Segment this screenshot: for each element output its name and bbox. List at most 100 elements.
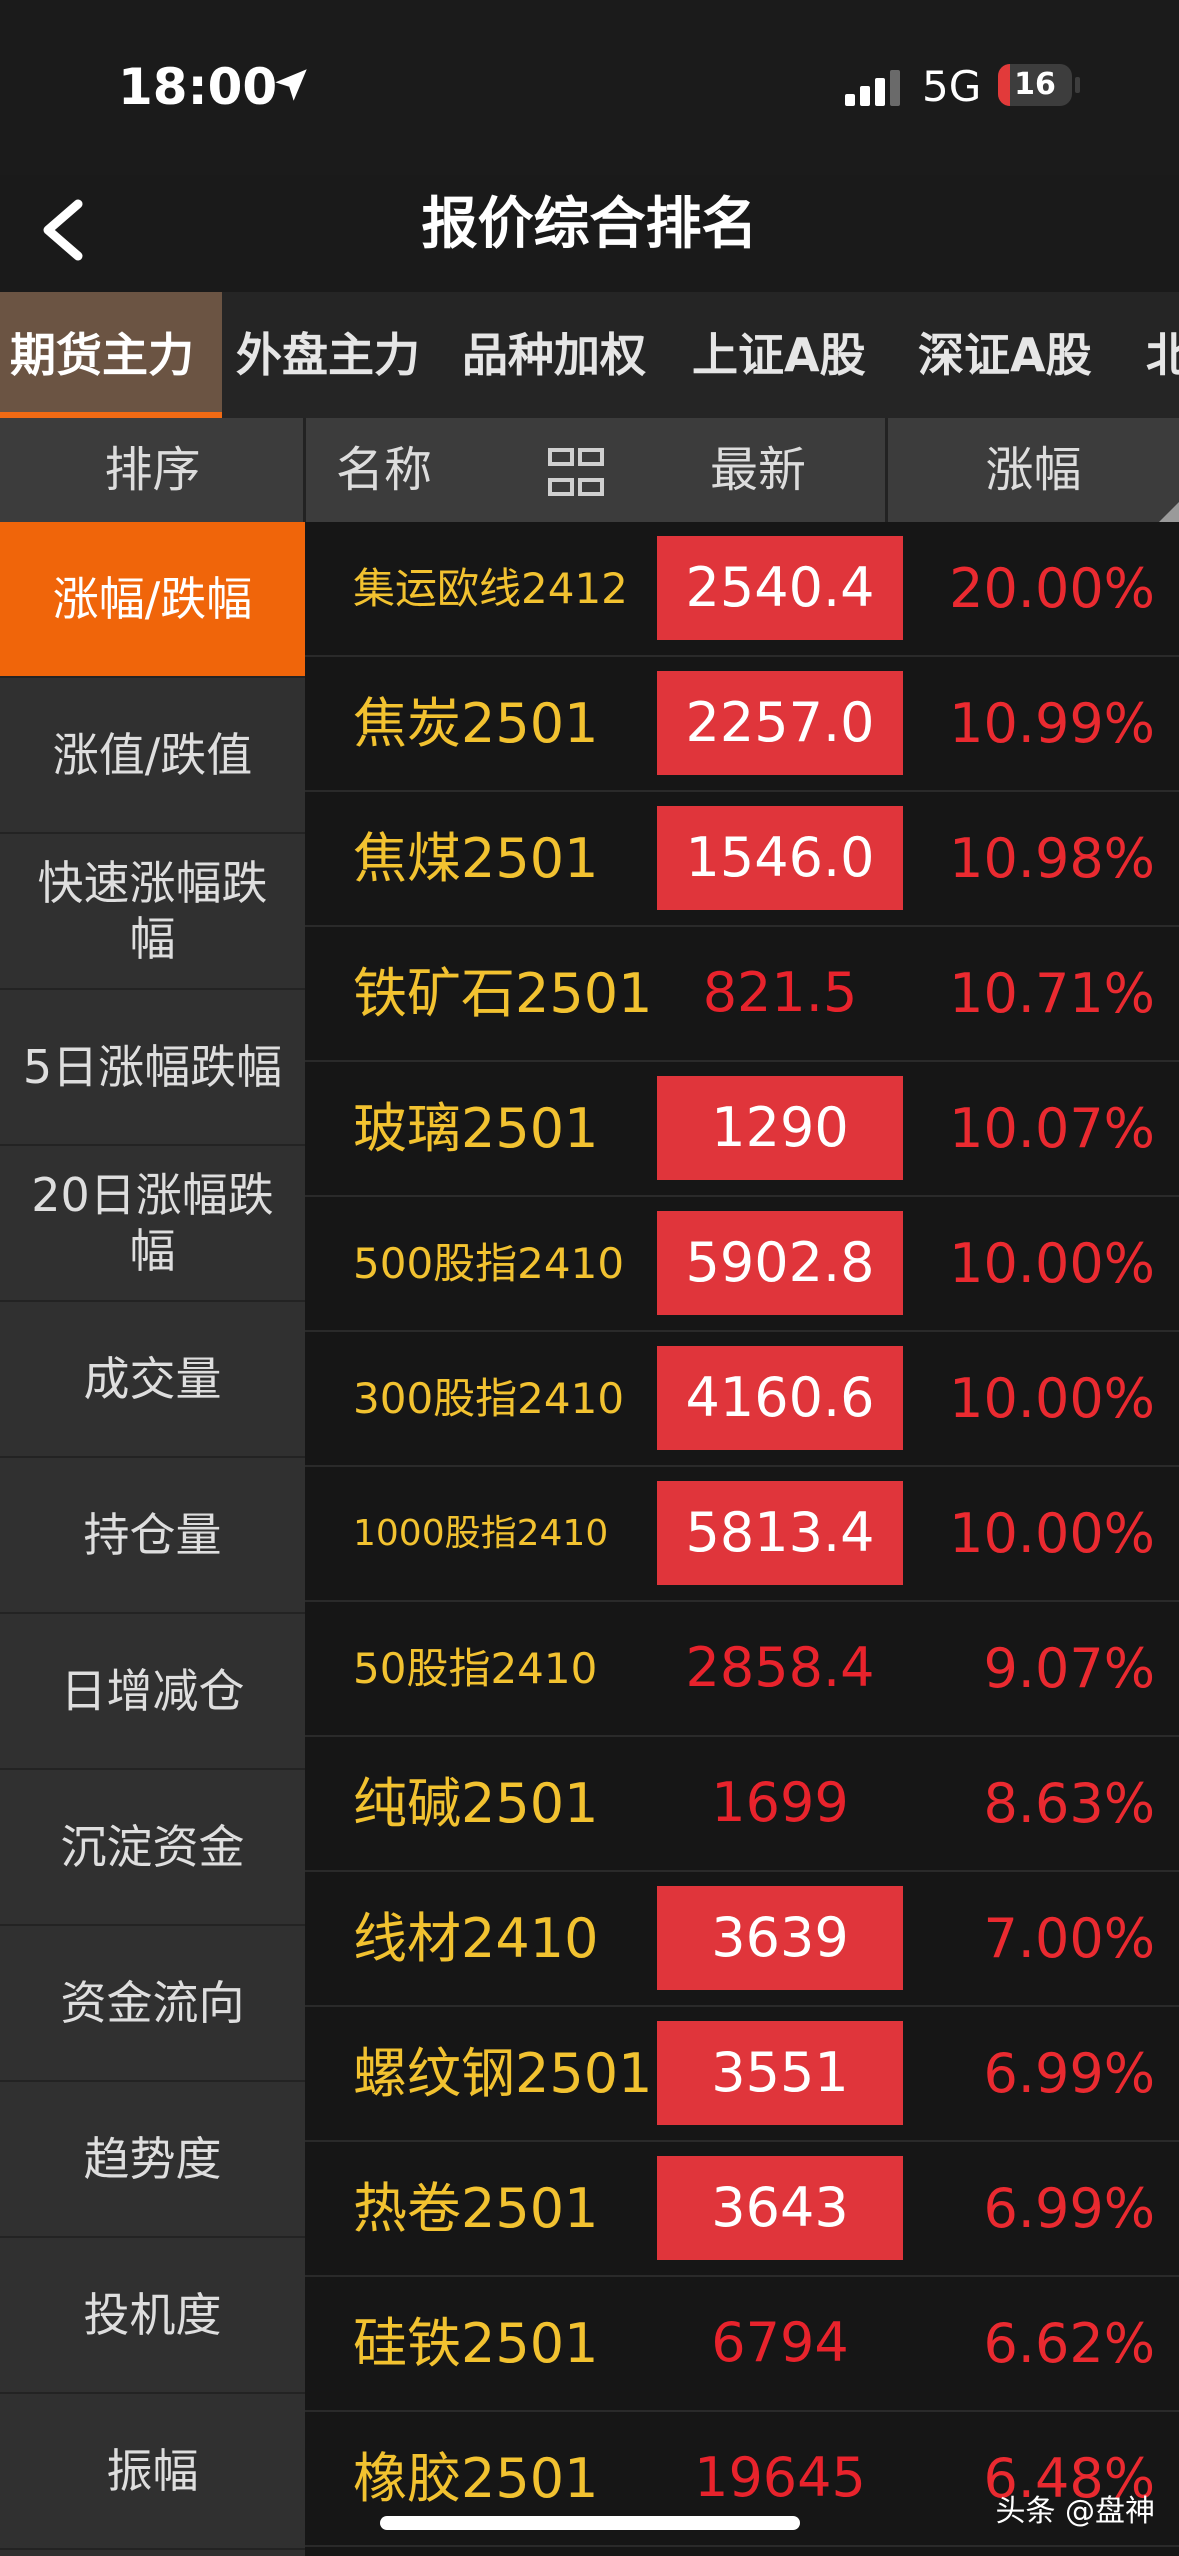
table-row[interactable]: 300股指2410 4160.6 10.00% bbox=[305, 1332, 1179, 1467]
latest-price: 2858.4 bbox=[685, 1636, 875, 1699]
latest-price: 19645 bbox=[694, 2446, 866, 2509]
sort-menu-label: 涨值/跌值 bbox=[52, 728, 253, 782]
table-row[interactable]: 螺纹钢2501 3551 6.99% bbox=[305, 2007, 1179, 2142]
sort-menu-label: 5日涨幅跌幅 bbox=[22, 1040, 283, 1094]
network-label: 5G bbox=[922, 62, 982, 111]
instrument-name: 50股指2410 bbox=[353, 1644, 598, 1693]
table-row[interactable]: 硅铁2501 6794 6.62% bbox=[305, 2277, 1179, 2412]
sort-menu-item[interactable]: 趋势度 bbox=[0, 2082, 305, 2238]
tab-shanghai-a[interactable]: 上证A股 bbox=[692, 292, 866, 418]
instrument-name: 1000股指2410 bbox=[353, 1513, 609, 1554]
instrument-name: 螺纹钢2501 bbox=[353, 2042, 653, 2105]
sort-menu-item[interactable]: 振幅 bbox=[0, 2394, 305, 2550]
change-percent: 10.00% bbox=[949, 1232, 1155, 1295]
change-percent: 6.62% bbox=[983, 2312, 1155, 2375]
home-indicator[interactable] bbox=[380, 2516, 800, 2530]
sort-indicator-icon bbox=[1159, 502, 1179, 522]
latest-price: 4160.6 bbox=[657, 1346, 903, 1450]
table-row[interactable]: 50股指2410 2858.4 9.07% bbox=[305, 1602, 1179, 1737]
table-row[interactable]: 1000股指2410 5813.4 10.00% bbox=[305, 1467, 1179, 1602]
app-screen: 18:00 5G 16 报价综合排名 期货主力 外盘主力 品种加权 上证A股 深… bbox=[0, 0, 1179, 2556]
sort-menu-label: 日增减仓 bbox=[60, 1664, 245, 1718]
sort-menu-item[interactable]: 资金流向 bbox=[0, 1926, 305, 2082]
sort-menu: 涨幅/跌幅涨值/跌值快速涨幅跌幅 5日涨幅跌幅 20日涨幅跌幅成交量持仓量日增减仓沉… bbox=[0, 522, 305, 2556]
latest-price: 821.5 bbox=[702, 961, 858, 1024]
header-name[interactable]: 名称 bbox=[336, 418, 432, 522]
table-row[interactable]: 焦煤2501 1546.0 10.98% bbox=[305, 792, 1179, 927]
sort-menu-label: 20日涨幅跌幅 bbox=[31, 1168, 274, 1278]
header-sort: 排序 bbox=[104, 442, 201, 498]
sort-menu-item[interactable]: 涨值/跌值 bbox=[0, 678, 305, 834]
sort-menu-item[interactable]: 5日涨幅跌幅 bbox=[0, 990, 305, 1146]
watermark: 头条 @盘神 bbox=[995, 2494, 1155, 2529]
header-latest[interactable]: 最新 bbox=[710, 418, 806, 522]
sort-menu-label: 成交量 bbox=[83, 1352, 222, 1406]
latest-price: 2540.4 bbox=[657, 536, 903, 640]
latest-price: 3643 bbox=[657, 2156, 903, 2260]
latest-price: 6794 bbox=[711, 2311, 849, 2374]
battery-percent: 16 bbox=[1014, 67, 1056, 102]
change-percent: 6.99% bbox=[983, 2177, 1155, 2240]
instrument-name: 硅铁2501 bbox=[353, 2312, 599, 2375]
sort-menu-item[interactable]: 成交量 bbox=[0, 1302, 305, 1458]
table-row[interactable]: 纯碱2501 1699 8.63% bbox=[305, 1737, 1179, 1872]
instrument-name: 热卷2501 bbox=[353, 2177, 599, 2240]
sort-menu-item[interactable]: 20日涨幅跌幅 bbox=[0, 1146, 305, 1302]
header-change[interactable]: 涨幅 bbox=[888, 418, 1179, 522]
column-header: 排序 名称 最新 涨幅 bbox=[0, 418, 1179, 522]
change-percent: 10.00% bbox=[949, 1502, 1155, 1565]
change-percent: 20.00% bbox=[949, 557, 1155, 620]
sort-menu-item[interactable]: 日增减仓 bbox=[0, 1614, 305, 1770]
sort-menu-label: 资金流向 bbox=[60, 1976, 245, 2030]
sort-menu-item[interactable]: 投机度 bbox=[0, 2238, 305, 2394]
tab-beijing[interactable]: 北 bbox=[1146, 292, 1179, 418]
tab-foreign-main[interactable]: 外盘主力 bbox=[236, 292, 420, 418]
sort-menu-item[interactable]: 快速涨幅跌幅 bbox=[0, 834, 305, 990]
latest-price: 5813.4 bbox=[657, 1481, 903, 1585]
table-row[interactable]: 500股指2410 5902.8 10.00% bbox=[305, 1197, 1179, 1332]
page-title: 报价综合排名 bbox=[421, 192, 758, 257]
instrument-name: 玻璃2501 bbox=[353, 1097, 599, 1160]
sort-menu-item[interactable]: 涨幅/跌幅 bbox=[0, 522, 305, 678]
change-percent: 6.99% bbox=[983, 2042, 1155, 2105]
instrument-name: 线材2410 bbox=[353, 1907, 599, 1970]
sort-menu-label: 振幅 bbox=[106, 2444, 199, 2498]
instrument-name: 焦炭2501 bbox=[353, 692, 599, 755]
instrument-name: 500股指2410 bbox=[353, 1239, 625, 1288]
sort-menu-item[interactable]: 持仓量 bbox=[0, 1458, 305, 1614]
table-row[interactable]: 铁矿石2501 821.5 10.71% bbox=[305, 927, 1179, 1062]
instrument-name: 铁矿石2501 bbox=[353, 962, 653, 1025]
table-row[interactable]: 线材2410 3639 7.00% bbox=[305, 1872, 1179, 2007]
instrument-name: 300股指2410 bbox=[353, 1374, 625, 1423]
change-percent: 10.71% bbox=[949, 962, 1155, 1025]
battery-indicator: 16 bbox=[998, 64, 1072, 106]
tab-shenzhen-a[interactable]: 深证A股 bbox=[918, 292, 1092, 418]
change-percent: 10.00% bbox=[949, 1367, 1155, 1430]
latest-price: 5902.8 bbox=[657, 1211, 903, 1315]
grid-toggle-icon[interactable] bbox=[548, 448, 604, 498]
location-arrow-icon bbox=[275, 69, 307, 101]
sort-menu-label: 持仓量 bbox=[83, 1508, 222, 1562]
latest-price: 1699 bbox=[711, 1771, 849, 1834]
status-time: 18:00 bbox=[118, 58, 278, 116]
sort-menu-label: 趋势度 bbox=[83, 2132, 222, 2186]
header-change-label: 涨幅 bbox=[985, 442, 1082, 498]
latest-price: 3639 bbox=[657, 1886, 903, 1990]
table-row[interactable]: 焦炭2501 2257.0 10.99% bbox=[305, 657, 1179, 792]
latest-price: 2257.0 bbox=[657, 671, 903, 775]
change-percent: 8.63% bbox=[983, 1772, 1155, 1835]
latest-price: 1546.0 bbox=[657, 806, 903, 910]
header-divider bbox=[303, 418, 306, 522]
sort-menu-label: 涨幅/跌幅 bbox=[52, 572, 253, 626]
tab-weighted[interactable]: 品种加权 bbox=[462, 292, 646, 418]
table-row[interactable]: 玻璃2501 1290 10.07% bbox=[305, 1062, 1179, 1197]
table-row[interactable]: 集运欧线2412 2540.4 20.00% bbox=[305, 522, 1179, 657]
change-percent: 10.98% bbox=[949, 827, 1155, 890]
change-percent: 10.07% bbox=[949, 1097, 1155, 1160]
latest-price: 3551 bbox=[657, 2021, 903, 2125]
status-bar: 18:00 5G 16 bbox=[0, 0, 1179, 175]
tab-futures-main[interactable]: 期货主力 bbox=[0, 292, 222, 418]
table-row[interactable]: 热卷2501 3643 6.99% bbox=[305, 2142, 1179, 2277]
sort-menu-item[interactable]: 沉淀资金 bbox=[0, 1770, 305, 1926]
sort-menu-label: 快速涨幅跌幅 bbox=[37, 856, 268, 966]
